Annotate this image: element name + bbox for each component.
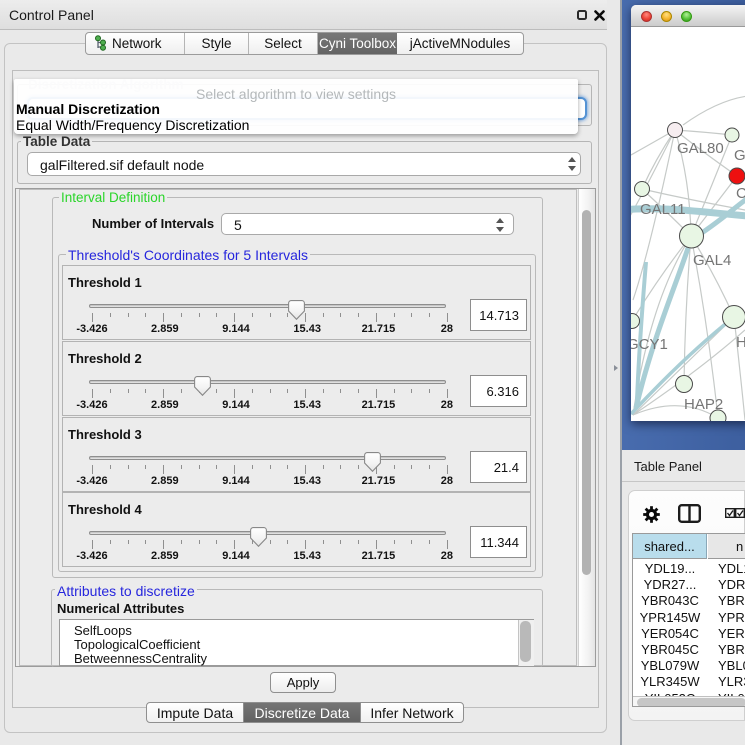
svg-text:GCY1: GCY1 bbox=[631, 336, 668, 353]
svg-text:HAP2: HAP2 bbox=[684, 396, 723, 413]
svg-text:GAL11: GAL11 bbox=[640, 201, 686, 218]
svg-text:GAL80: GAL80 bbox=[677, 140, 724, 157]
svg-text:H: H bbox=[736, 334, 745, 351]
svg-text:GA: GA bbox=[734, 147, 745, 164]
svg-text:C: C bbox=[736, 185, 745, 202]
svg-text:GAL4: GAL4 bbox=[693, 252, 731, 269]
